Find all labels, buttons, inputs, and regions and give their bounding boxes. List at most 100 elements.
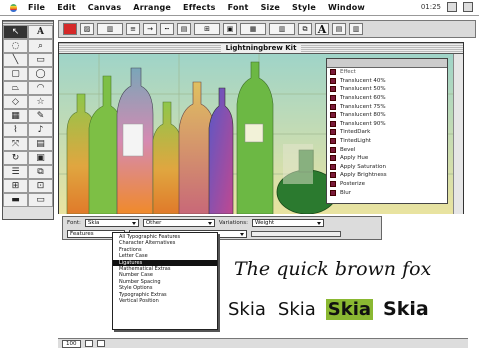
picture-tool-icon[interactable]: ▦ <box>3 109 28 123</box>
text-effects-icon[interactable]: ▥ <box>349 23 363 35</box>
effects-list-item[interactable]: Bevel <box>327 145 447 154</box>
menu-item-vertical-position[interactable]: Vertical Position <box>113 298 217 304</box>
text-color-icon[interactable]: ▤ <box>332 23 346 35</box>
image-effects-icon[interactable]: ▥ <box>269 23 295 35</box>
style-dropdown[interactable]: Other <box>142 219 215 227</box>
line-width-icon[interactable]: ≡ <box>126 23 140 35</box>
transfer-mode-icon[interactable]: ▦ <box>240 23 266 35</box>
group-icon[interactable]: ▣ <box>223 23 237 35</box>
zoom-tool-icon[interactable]: ⌕ <box>28 39 53 53</box>
arrow-tool-icon[interactable]: ↖ <box>3 25 28 39</box>
menu-style[interactable]: Style <box>292 3 316 12</box>
menu-clock: 01:25 <box>420 3 441 11</box>
effects-list-item[interactable]: Translucent 60% <box>327 94 447 103</box>
effect-swatch-icon <box>330 189 336 196</box>
frame-tool-icon[interactable]: ▣ <box>28 151 53 165</box>
application-menu-icon[interactable] <box>447 2 457 12</box>
extra-tool-icon[interactable]: ▬ <box>3 193 28 207</box>
effects-list-item[interactable]: Translucent 40% <box>327 77 447 86</box>
effects-list-item[interactable]: Effect <box>327 68 447 77</box>
hand-tool-icon[interactable]: ☰ <box>3 165 28 179</box>
effect-swatch-icon <box>330 163 336 170</box>
arrow-style-icon[interactable]: → <box>143 23 157 35</box>
font-dropdown[interactable]: Skia <box>84 219 139 227</box>
zoom-out-icon[interactable] <box>84 340 93 347</box>
effect-swatch-icon <box>330 95 336 102</box>
font-style-icon[interactable]: A <box>315 23 329 36</box>
effects-list-item[interactable]: TintedDark <box>327 128 447 137</box>
rounded-rect-tool-icon[interactable]: ▢ <box>3 67 28 81</box>
effects-panel-title-bar[interactable] <box>327 59 447 68</box>
apple-menu-icon[interactable] <box>6 1 20 15</box>
line-tool-icon[interactable]: ╲ <box>3 53 28 67</box>
balloon-help-icon[interactable] <box>463 2 473 12</box>
menu-arrange[interactable]: Arrange <box>133 3 171 12</box>
menu-window[interactable]: Window <box>328 3 365 12</box>
text-palette-row-1: Font: Skia Other Variations: Weight <box>67 219 324 227</box>
rotate-tool-icon[interactable]: ↻ <box>3 151 28 165</box>
effect-swatch-icon <box>330 112 336 119</box>
effects-list-item[interactable]: Apply Brightness <box>327 171 447 180</box>
menu-bar: File Edit Canvas Arrange Effects Font Si… <box>0 0 479 16</box>
effects-list-item[interactable]: Posterize <box>327 180 447 189</box>
extra-tool-2-icon[interactable]: ▭ <box>28 193 53 207</box>
effect-swatch-icon <box>330 146 336 153</box>
skia-sample-regular: Skia <box>228 298 266 320</box>
effects-list-item[interactable]: Apply Hue <box>327 154 447 163</box>
effects-list-item[interactable]: Apply Saturation <box>327 163 447 172</box>
menu-font[interactable]: Font <box>228 3 249 12</box>
menu-file[interactable]: File <box>28 3 45 12</box>
pen-style-icon[interactable]: ▥ <box>97 23 123 35</box>
document-vertical-scrollbar[interactable] <box>453 54 463 214</box>
fill-color-swatch[interactable] <box>63 23 77 35</box>
effects-list-item[interactable]: Blur <box>327 188 447 197</box>
align-icon[interactable]: ⊞ <box>194 23 220 35</box>
link-tool-icon[interactable]: ⊡ <box>28 179 53 193</box>
star-tool-icon[interactable]: ☆ <box>28 95 53 109</box>
effect-swatch-icon <box>330 86 336 93</box>
variations-dropdown[interactable]: Weight <box>251 219 324 227</box>
pattern-tool-icon[interactable]: ⊞ <box>3 179 28 193</box>
brush-tool-icon[interactable]: ♪ <box>28 123 53 137</box>
layer-icon[interactable]: ⧉ <box>298 23 312 35</box>
arc-tool-icon[interactable]: ◠ <box>28 81 53 95</box>
menu-size[interactable]: Size <box>261 3 280 12</box>
layers-tool-icon[interactable]: ⧉ <box>28 165 53 179</box>
freeform-tool-icon[interactable]: ◇ <box>3 95 28 109</box>
zoom-field[interactable]: 100 <box>62 339 81 348</box>
effects-list-item[interactable]: Translucent 90% <box>327 120 447 129</box>
transform-tool-icon[interactable]: ⤧ <box>3 137 28 151</box>
eyedropper-tool-icon[interactable]: ⌇ <box>3 123 28 137</box>
menu-edit[interactable]: Edit <box>57 3 76 12</box>
oval-tool-icon[interactable]: ◯ <box>28 67 53 81</box>
menu-canvas[interactable]: Canvas <box>88 3 122 12</box>
effect-swatch-icon <box>330 155 336 162</box>
document-title-bar[interactable]: Lightningbrew Kit <box>59 43 463 54</box>
effect-swatch-icon <box>330 77 336 84</box>
features-popup-menu: All Typographic Features Character Alter… <box>112 232 218 330</box>
effect-swatch-icon <box>330 172 336 179</box>
effects-list-item[interactable]: Translucent 80% <box>327 111 447 120</box>
gradient-icon[interactable]: ▤ <box>177 23 191 35</box>
dash-style-icon[interactable]: ┅ <box>160 23 174 35</box>
grid-tool-icon[interactable]: ▤ <box>28 137 53 151</box>
text-palette: Font: Skia Other Variations: Weight Feat… <box>62 216 382 240</box>
skia-sample-medium: Skia <box>277 298 316 320</box>
effects-list-item[interactable]: Translucent 75% <box>327 102 447 111</box>
effects-list-item[interactable]: Translucent 50% <box>327 85 447 94</box>
top-toolbar: ▨ ▥ ≡ → ┅ ▤ ⊞ ▣ ▦ ▥ ⧉ A ▤ ▥ <box>58 20 476 38</box>
document-title: Lightningbrew Kit <box>220 44 302 52</box>
effect-swatch-icon <box>330 120 336 127</box>
type-sample-area: The quick brown fox Skia Skia Skia Skia <box>222 256 454 328</box>
text-tool-icon[interactable]: A <box>28 25 53 39</box>
lasso-tool-icon[interactable]: ◌ <box>3 39 28 53</box>
variation-slider[interactable] <box>251 231 341 237</box>
pattern-icon[interactable]: ▨ <box>80 23 94 35</box>
polygon-tool-icon[interactable]: ⏢ <box>3 81 28 95</box>
zoom-in-icon[interactable] <box>96 340 105 347</box>
menu-effects[interactable]: Effects <box>183 3 216 12</box>
effects-list-item[interactable]: TintedLight <box>327 137 447 146</box>
pen-tool-icon[interactable]: ✎ <box>28 109 53 123</box>
rectangle-tool-icon[interactable]: ▭ <box>28 53 53 67</box>
effect-swatch-icon <box>330 138 336 145</box>
